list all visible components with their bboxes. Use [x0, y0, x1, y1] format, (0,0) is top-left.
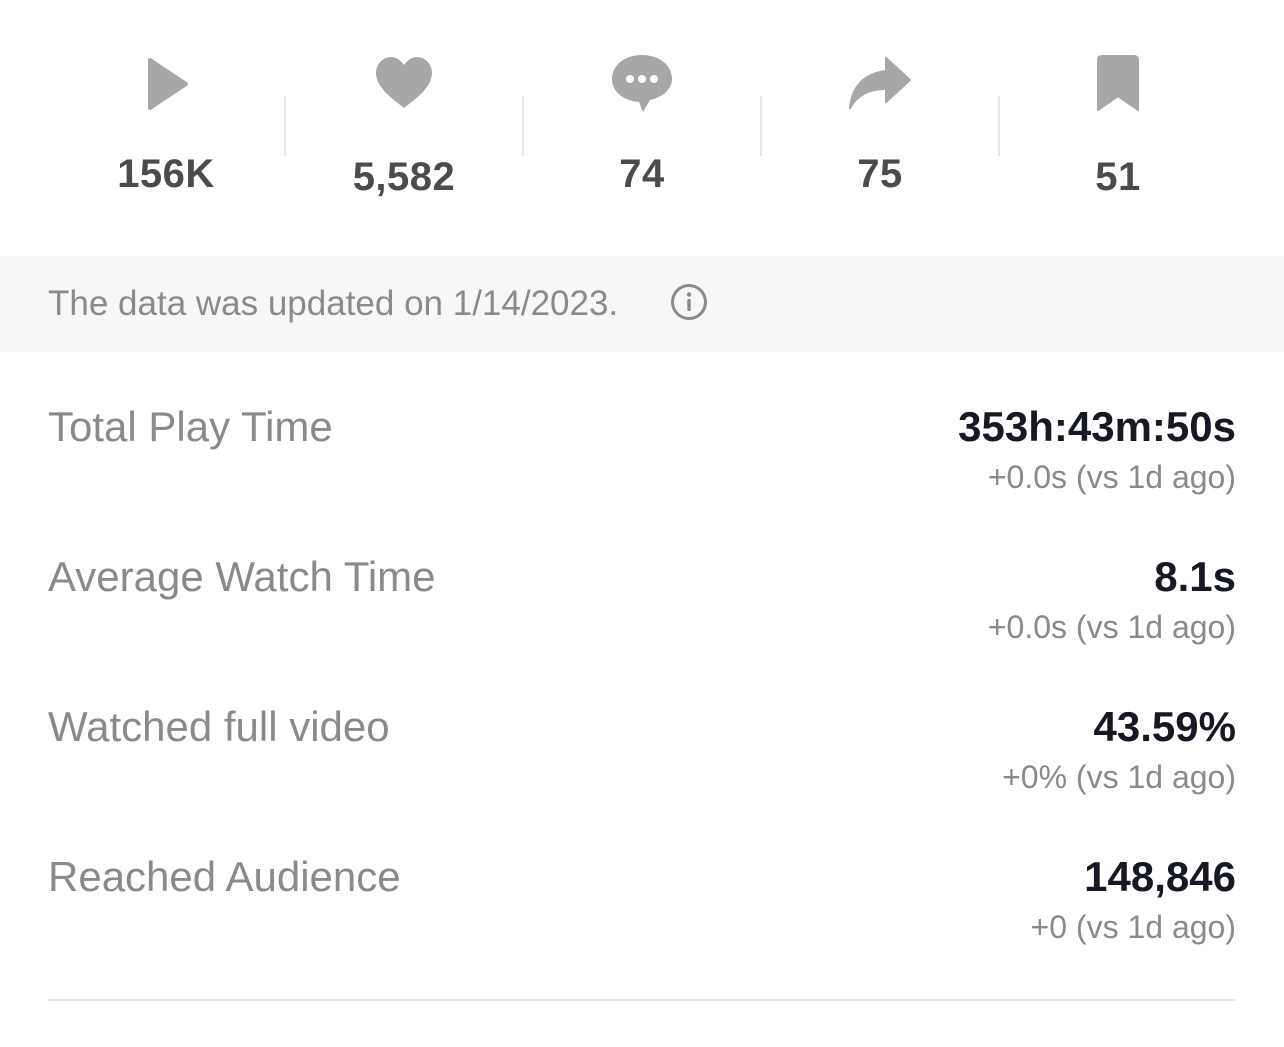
video-analytics-page: 156K 5,582 74 75 51 The data was updated…: [0, 0, 1284, 1047]
metric-total-play-time: Total Play Time 353h:43m:50s +0.0s (vs 1…: [48, 403, 1236, 553]
heart-icon: [372, 52, 436, 116]
metric-delta: +0.0s (vs 1d ago): [987, 459, 1236, 495]
section-divider: [48, 999, 1236, 1001]
metric-value: 43.59%: [1093, 703, 1236, 750]
metric-delta: +0.0s (vs 1d ago): [987, 609, 1236, 645]
stat-likes: 5,582: [285, 0, 523, 256]
comments-count: 74: [619, 152, 665, 196]
stat-views: 156K: [47, 0, 285, 256]
metric-label: Average Watch Time: [48, 553, 436, 600]
metric-delta: +0% (vs 1d ago): [1002, 759, 1236, 795]
bookmark-icon: [1086, 52, 1150, 116]
metric-average-watch-time: Average Watch Time 8.1s +0.0s (vs 1d ago…: [48, 553, 1236, 703]
stat-shares: 75: [761, 0, 999, 256]
metric-delta: +0 (vs 1d ago): [1030, 909, 1236, 945]
metric-reached-audience: Reached Audience 148,846 +0 (vs 1d ago): [48, 853, 1236, 1003]
views-count: 156K: [117, 152, 215, 196]
stat-saves: 51: [999, 0, 1237, 256]
stat-comments: 74: [523, 0, 761, 256]
data-update-banner: The data was updated on 1/14/2023.: [0, 256, 1284, 352]
engagement-stats-row: 156K 5,582 74 75 51: [47, 0, 1237, 256]
metric-label: Reached Audience: [48, 853, 401, 900]
update-notice-text: The data was updated on 1/14/2023.: [48, 284, 619, 323]
metric-label: Watched full video: [48, 703, 390, 750]
metric-watched-full-video: Watched full video 43.59% +0% (vs 1d ago…: [48, 703, 1236, 853]
info-icon[interactable]: [670, 283, 708, 321]
saves-count: 51: [1095, 155, 1141, 199]
metric-value: 353h:43m:50s: [958, 403, 1236, 450]
shares-count: 75: [857, 152, 903, 196]
share-icon: [848, 52, 912, 116]
comment-icon: [610, 52, 674, 116]
play-icon: [134, 52, 198, 116]
likes-count: 5,582: [352, 155, 456, 199]
metric-value: 8.1s: [1154, 553, 1236, 600]
metric-value: 148,846: [1084, 853, 1236, 900]
metric-label: Total Play Time: [48, 403, 333, 450]
